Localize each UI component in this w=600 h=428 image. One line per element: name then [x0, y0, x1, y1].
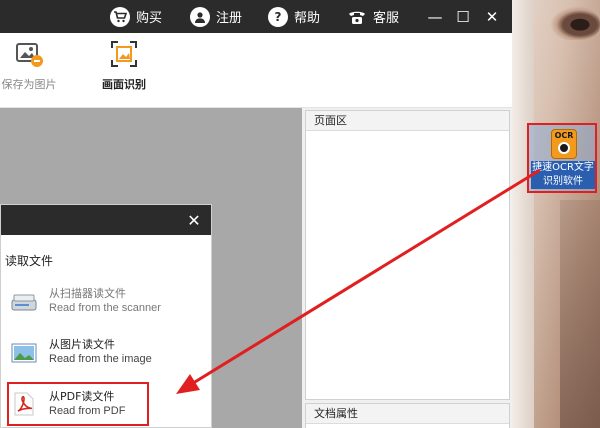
pdf-label-en: Read from PDF [49, 405, 126, 417]
screen-recognize-icon [109, 39, 139, 69]
help-icon: ? [268, 6, 288, 27]
screen-recognize-button[interactable]: 画面识别 [92, 39, 156, 92]
image-label-zh: 从图片读文件 [49, 338, 115, 351]
title-bar: 购买 注册 ? 帮助 客服 — ☐ ✕ [0, 0, 512, 33]
desktop-shortcut-ocr[interactable]: OCR 捷速OCR文字识别软件 [527, 123, 597, 193]
read-from-scanner-option[interactable]: 从扫描器读文件 Read from the scanner [7, 281, 207, 325]
buy-label: 购买 [136, 11, 163, 26]
save-as-image-label: 保存为图片 [1, 78, 57, 91]
doc-props-panel: 文档属性 [305, 403, 510, 428]
page-area-panel: 页面区 [305, 110, 510, 400]
help-label: 帮助 [294, 11, 321, 26]
pdf-icon [11, 392, 35, 416]
minimize-button[interactable]: — [420, 0, 450, 33]
dialog-title: 读取文件 [5, 254, 54, 268]
register-label: 注册 [216, 11, 243, 26]
scanner-icon [11, 291, 37, 313]
photo-hair [512, 0, 534, 428]
desktop-shortcut-label: 捷速OCR文字识别软件 [531, 161, 595, 189]
user-icon [190, 6, 210, 27]
phone-icon [347, 7, 367, 27]
screen-recognize-label: 画面识别 [102, 78, 146, 91]
save-image-icon [14, 39, 44, 69]
ocr-app-icon: OCR [551, 129, 577, 159]
help-button[interactable]: ? 帮助 [268, 0, 320, 33]
scanner-label-en: Read from the scanner [49, 302, 161, 314]
close-button[interactable]: ✕ [477, 0, 507, 33]
dialog-close-button[interactable]: ✕ [181, 206, 207, 234]
service-label: 客服 [373, 11, 400, 26]
read-from-image-option[interactable]: 从图片读文件 Read from the image [7, 332, 207, 376]
ocr-badge-text: OCR [554, 131, 574, 140]
save-as-image-button[interactable]: 保存为图片 [0, 39, 62, 92]
photo-shadow [560, 200, 600, 428]
cart-icon [110, 6, 130, 27]
pdf-label-zh: 从PDF读文件 [49, 390, 115, 403]
read-file-dialog: ✕ 读取文件 从扫描器读文件 Read from the scanner 从图片… [0, 204, 212, 428]
dialog-header: ✕ [1, 205, 211, 235]
toolbar: 保存为图片 画面识别 [0, 33, 512, 108]
doc-props-header: 文档属性 [306, 404, 509, 424]
side-panels: 页面区 文档属性 [302, 108, 512, 428]
service-button[interactable]: 客服 [347, 0, 399, 33]
image-label-en: Read from the image [49, 353, 152, 365]
page-area-header: 页面区 [306, 111, 509, 131]
photo-eye [550, 6, 600, 40]
image-icon [11, 342, 37, 364]
scanner-label-zh: 从扫描器读文件 [49, 287, 126, 300]
read-from-pdf-option[interactable]: 从PDF读文件 Read from PDF [7, 382, 149, 426]
eye-icon [558, 142, 570, 154]
maximize-button[interactable]: ☐ [448, 0, 478, 33]
register-button[interactable]: 注册 [190, 0, 242, 33]
desktop-background-photo [512, 0, 600, 428]
buy-button[interactable]: 购买 [110, 0, 162, 33]
